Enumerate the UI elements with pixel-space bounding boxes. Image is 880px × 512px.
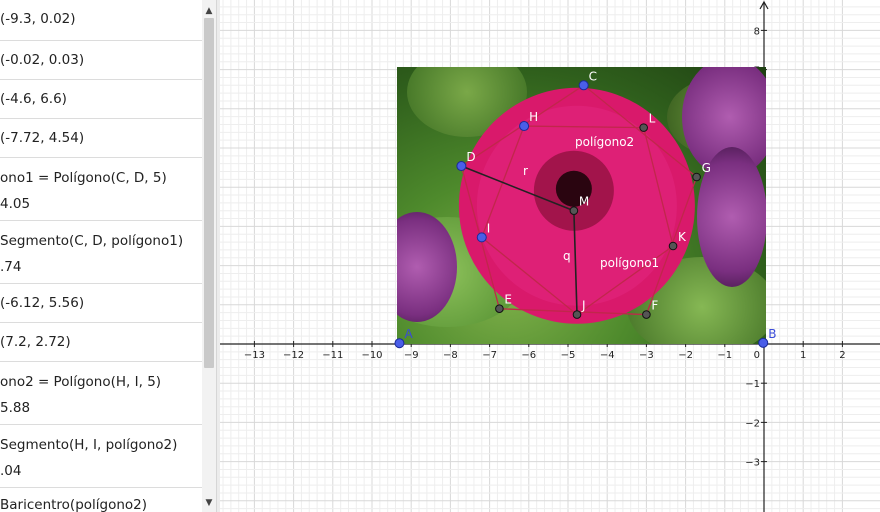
algebra-item[interactable]: Baricentro(polígono2): [0, 488, 202, 512]
algebra-item-definition: Segmento(C, D, polígono1): [0, 233, 184, 249]
algebra-item[interactable]: (-0.02, 0.03): [0, 41, 202, 80]
point-A[interactable]: [394, 338, 405, 349]
algebra-item[interactable]: (-4.6, 6.6): [0, 80, 202, 119]
point-label: D: [466, 150, 475, 164]
algebra-item-value: 4.05: [0, 196, 31, 212]
algebra-scrollbar[interactable]: ▲ ▼: [202, 0, 216, 512]
construction-layer[interactable]: polígono2 polígono1 r q A B C D H I L G K F J E M: [220, 0, 880, 512]
algebra-item-definition: (-6.12, 5.56): [0, 295, 85, 311]
point-F[interactable]: [642, 310, 651, 319]
point-I[interactable]: [476, 232, 487, 243]
point-label: C: [589, 69, 597, 83]
point-L[interactable]: [639, 123, 648, 132]
point-H[interactable]: [519, 121, 530, 132]
point-J[interactable]: [572, 310, 582, 319]
algebra-item-definition: (-4.6, 6.6): [0, 91, 67, 107]
algebra-item-definition: ono1 = Polígono(C, D, 5): [0, 170, 167, 186]
algebra-item-definition: (-0.02, 0.03): [0, 52, 85, 68]
point-label: F: [651, 299, 658, 313]
algebra-item-value: .04: [0, 463, 22, 479]
point-label: I: [487, 221, 491, 235]
point-B[interactable]: [758, 337, 769, 348]
point-label: A: [404, 327, 413, 341]
scroll-thumb[interactable]: [204, 18, 214, 368]
polygon2-label: polígono2: [575, 135, 634, 149]
algebra-view: (-9.3, 0.02) (-0.02, 0.03) (-4.6, 6.6) (-7.…: [0, 0, 202, 512]
algebra-item-definition: Baricentro(polígono2): [0, 497, 148, 512]
algebra-item[interactable]: (7.2, 2.72): [0, 323, 202, 362]
point-K[interactable]: [668, 241, 678, 251]
segment-q-label: q: [563, 249, 571, 263]
algebra-item[interactable]: (-6.12, 5.56): [0, 284, 202, 323]
algebra-item[interactable]: (-9.3, 0.02): [0, 0, 202, 41]
algebra-item-value: .74: [0, 259, 22, 275]
point-C[interactable]: [578, 80, 589, 91]
algebra-item[interactable]: ono2 = Polígono(H, I, 5) 5.88: [0, 362, 202, 425]
algebra-item-definition: (-9.3, 0.02): [0, 11, 76, 27]
graphics-view[interactable]: −13−12−11−10−9−8−7−6−5−4−3−2−101287−1−2−…: [220, 0, 880, 512]
point-label: B: [768, 327, 776, 341]
algebra-item[interactable]: (-7.72, 4.54): [0, 119, 202, 158]
scroll-down-arrow-icon[interactable]: ▼: [202, 497, 216, 509]
algebra-item-value: 5.88: [0, 400, 31, 416]
algebra-item-definition: Segmento(H, I, polígono2): [0, 437, 178, 453]
point-M[interactable]: [569, 206, 579, 216]
algebra-item[interactable]: Segmento(H, I, polígono2) .04: [0, 425, 202, 488]
point-label: E: [504, 293, 512, 307]
algebra-item[interactable]: ono1 = Polígono(C, D, 5) 4.05: [0, 158, 202, 221]
algebra-item-definition: ono2 = Polígono(H, I, 5): [0, 374, 162, 390]
point-label: L: [649, 112, 656, 126]
point-E[interactable]: [495, 304, 504, 314]
point-label: G: [702, 161, 711, 175]
algebra-item[interactable]: Segmento(C, D, polígono1) .74: [0, 221, 202, 284]
segment-r-label: r: [523, 164, 528, 178]
algebra-item-definition: (7.2, 2.72): [0, 334, 71, 350]
point-label: K: [678, 230, 687, 244]
point-label: H: [529, 110, 538, 124]
point-D[interactable]: [456, 161, 467, 172]
point-G[interactable]: [692, 172, 701, 182]
polygon1-label: polígono1: [600, 256, 659, 270]
scroll-up-arrow-icon[interactable]: ▲: [202, 5, 216, 17]
algebra-item-definition: (-7.72, 4.54): [0, 130, 85, 146]
point-label: J: [581, 299, 586, 313]
point-label: M: [579, 195, 589, 209]
